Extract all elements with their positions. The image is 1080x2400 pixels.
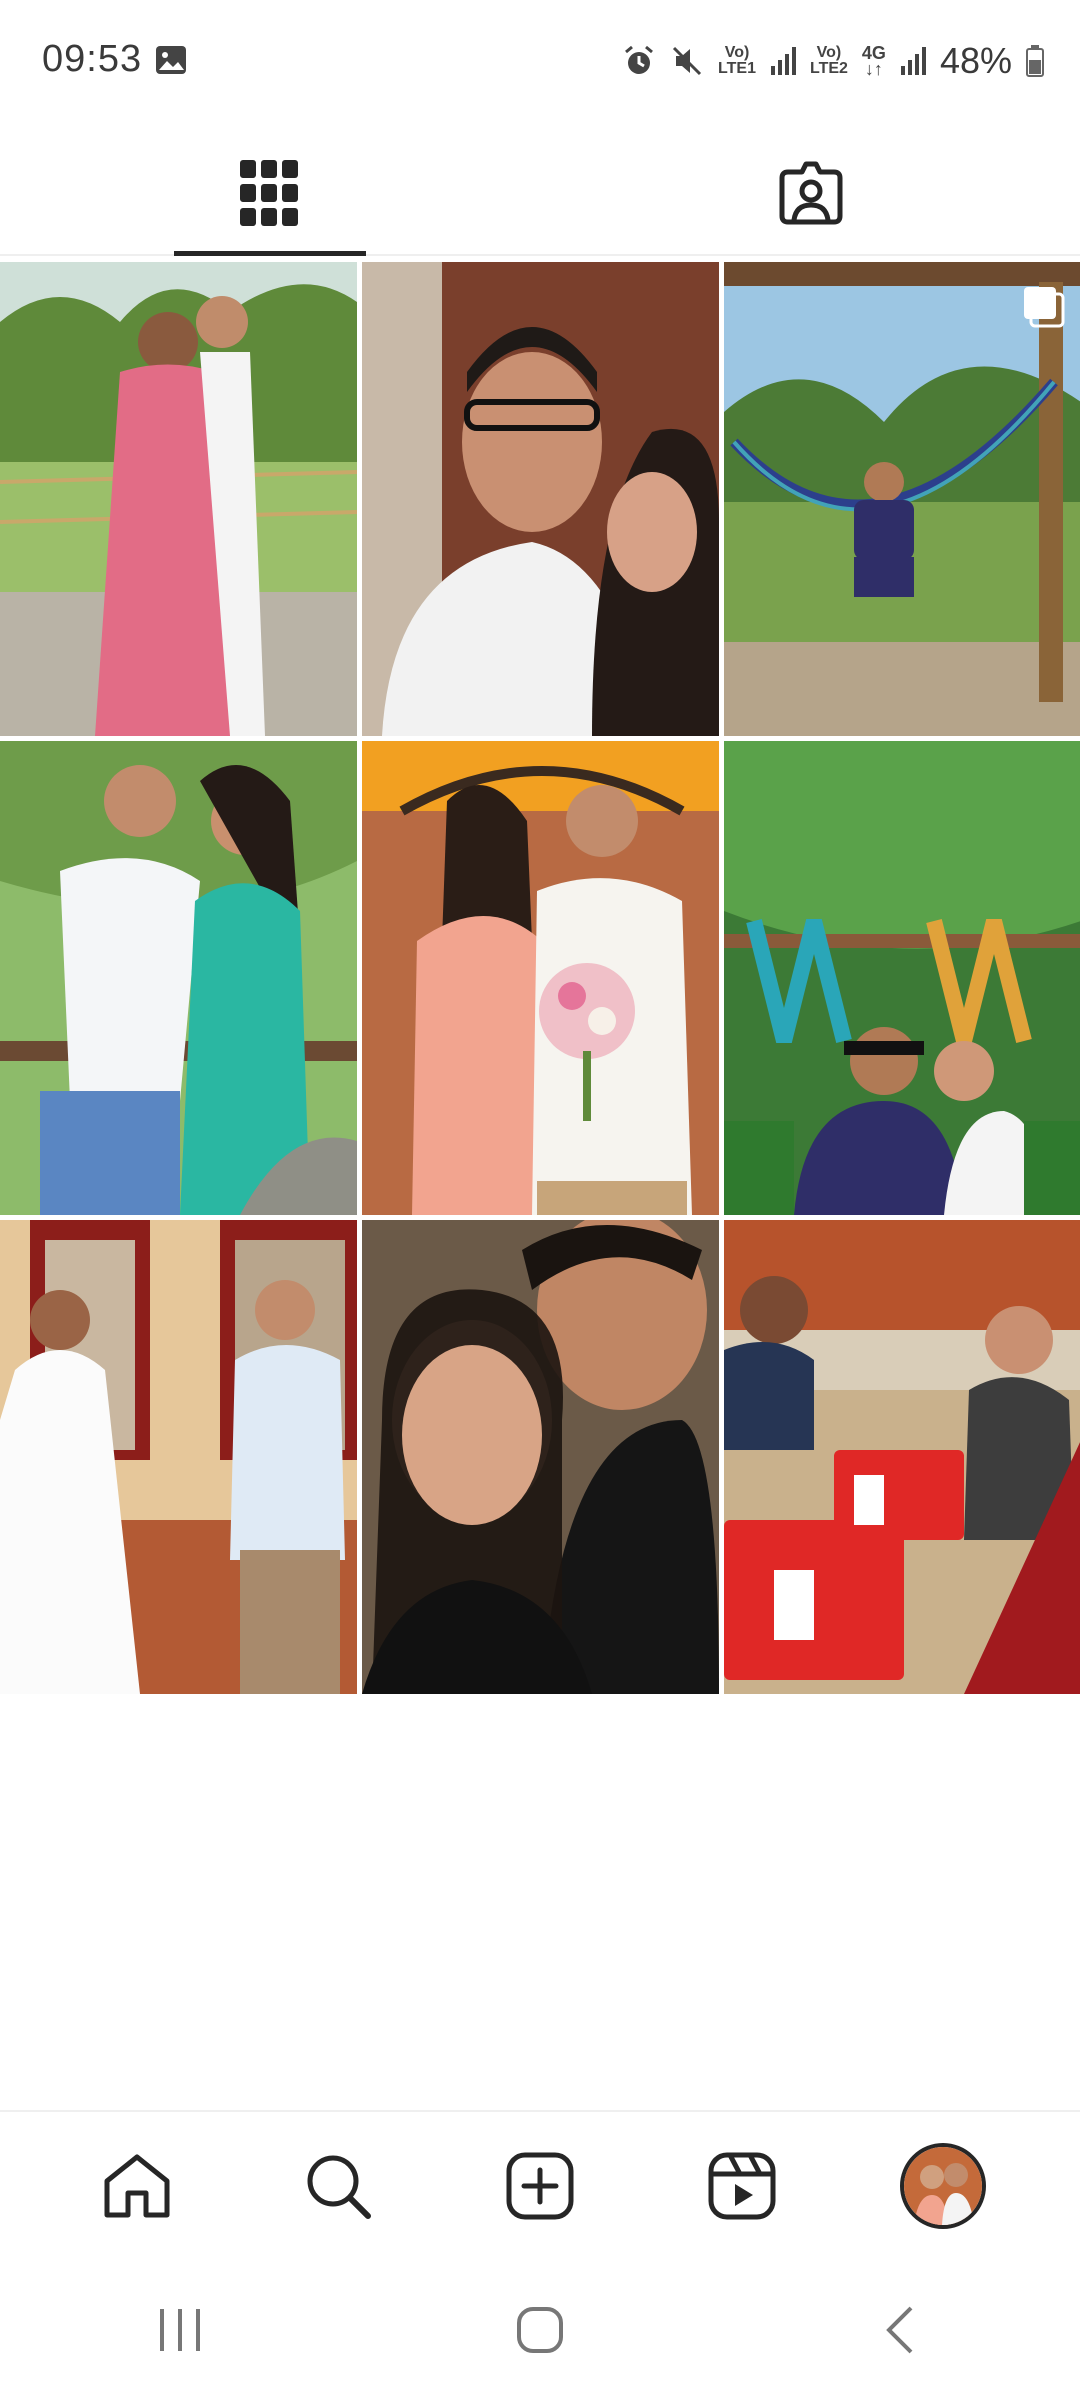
post-image: [0, 741, 357, 1215]
image-notification-icon: [156, 46, 186, 74]
back-icon: [886, 2306, 913, 2354]
tab-posts-grid[interactable]: [174, 132, 364, 254]
status-bar: 09:53 Vo) LTE1 Vo) LTE2 4G ↓↑ 48%: [0, 0, 1080, 120]
tab-tagged[interactable]: [716, 132, 906, 254]
reels-icon: [708, 2152, 776, 2220]
tagged-person-icon: [779, 161, 843, 225]
post-thumbnail[interactable]: [362, 741, 719, 1215]
signal-icon: [900, 47, 926, 75]
battery-icon: [1026, 45, 1044, 77]
post-image: [362, 741, 719, 1215]
mute-icon: [672, 46, 702, 76]
sim1-indicator: Vo) LTE1: [718, 44, 756, 77]
post-image: [0, 262, 357, 736]
nav-home[interactable]: [87, 2136, 187, 2236]
post-image: [724, 1220, 1080, 1694]
sim2-indicator: Vo) LTE2: [809, 44, 848, 77]
selected-tab-indicator: [174, 251, 366, 256]
nav-create[interactable]: [490, 2136, 590, 2236]
alarm-icon: [625, 45, 654, 74]
profile-tabs: [0, 132, 1080, 256]
system-navigation: [0, 2260, 1080, 2400]
grid-icon: [240, 160, 298, 226]
create-icon: [506, 2152, 574, 2220]
post-image: [362, 262, 719, 736]
search-icon: [307, 2155, 372, 2219]
post-thumbnail[interactable]: [0, 262, 357, 736]
post-thumbnail[interactable]: [0, 1220, 357, 1694]
home-button[interactable]: [480, 2290, 600, 2370]
home-icon: [104, 2154, 170, 2218]
nav-reels[interactable]: [692, 2136, 792, 2236]
profile-avatar: [900, 2143, 987, 2229]
multiple-photos-icon: [1024, 287, 1065, 328]
nav-profile[interactable]: [893, 2136, 993, 2236]
posts-grid: [0, 262, 1080, 1694]
post-thumbnail[interactable]: [724, 741, 1080, 1215]
signal-icon: [770, 47, 796, 75]
status-time: 09:53: [42, 38, 143, 80]
recent-apps-button[interactable]: [120, 2290, 240, 2370]
network-type: 4G ↓↑: [861, 43, 886, 79]
back-button[interactable]: [840, 2290, 960, 2370]
post-image: [724, 741, 1080, 1215]
recent-apps-icon: [160, 2309, 200, 2351]
post-thumbnail[interactable]: [362, 1220, 719, 1694]
post-image: [724, 262, 1080, 736]
bottom-nav: [0, 2110, 1080, 2260]
post-image: [0, 1220, 357, 1694]
post-thumbnail[interactable]: [724, 1220, 1080, 1694]
post-thumbnail[interactable]: [362, 262, 719, 736]
status-icons: Vo) LTE1 Vo) LTE2 4G ↓↑ 48%: [622, 36, 1044, 86]
nav-search[interactable]: [288, 2136, 388, 2236]
post-image: [362, 1220, 719, 1694]
battery-percent: 48%: [939, 40, 1012, 81]
post-thumbnail[interactable]: [724, 262, 1080, 736]
home-circle-icon: [517, 2307, 563, 2353]
post-thumbnail[interactable]: [0, 741, 357, 1215]
